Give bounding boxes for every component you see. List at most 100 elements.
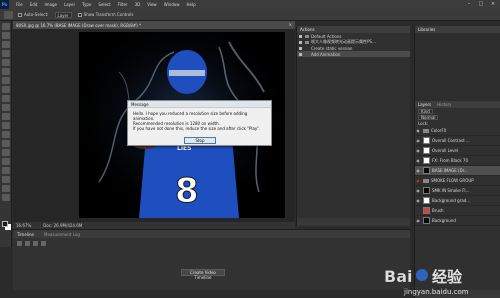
- visibility-eye-icon[interactable]: [415, 206, 421, 216]
- actions-footer: [297, 218, 410, 226]
- timeline-panel: Timeline Measurement Log Create Video Ti…: [13, 229, 410, 290]
- message-dialog: Message Hello. I hope you reduced a reso…: [127, 100, 272, 146]
- create-video-timeline-button[interactable]: Create Video Timeline: [181, 269, 225, 280]
- menu-bar: Ps File Edit Image Layer Type Select Fil…: [0, 0, 500, 9]
- tab-layers[interactable]: Layers: [418, 102, 431, 107]
- folder-icon: [305, 34, 309, 38]
- close-icon[interactable]: ×: [487, 0, 499, 9]
- menu-edit[interactable]: Edit: [30, 2, 38, 7]
- layer-row[interactable]: ◉ FX: From Black 70: [415, 156, 500, 166]
- hand-icon[interactable]: [2, 185, 10, 192]
- clone-stamp-icon[interactable]: [2, 95, 10, 102]
- layer-name: Background: [432, 218, 456, 223]
- layer-name: Overall Level: [432, 148, 459, 153]
- layer-image-thumb: [423, 217, 430, 224]
- layer-row[interactable]: ◉ Overall Level: [415, 146, 500, 156]
- dialog-line-3: If you have not done this, reduce the si…: [133, 126, 261, 131]
- eraser-icon[interactable]: [2, 113, 10, 120]
- action-row-selected[interactable]: Add Animation: [297, 51, 410, 57]
- layer-row[interactable]: Brush: [415, 206, 500, 216]
- document-tab[interactable]: 80SX.jpg @ 16.7% (BASE IMAGE (Draw over …: [13, 21, 295, 29]
- layer-mask-thumb: [423, 147, 430, 154]
- menu-select[interactable]: Select: [98, 2, 110, 7]
- visibility-eye-icon[interactable]: ◉: [415, 156, 421, 166]
- layer-row[interactable]: ◉ SMK IN Smoke Fl...: [415, 186, 500, 196]
- tab-timeline[interactable]: Timeline: [17, 232, 34, 237]
- shape-icon[interactable]: [2, 176, 10, 183]
- visibility-eye-icon[interactable]: ◉: [415, 166, 421, 176]
- menu-type[interactable]: Type: [82, 2, 91, 7]
- transform-controls-checkbox[interactable]: [77, 12, 82, 17]
- layer-row[interactable]: ◉ Background: [415, 216, 500, 226]
- menu-help[interactable]: Help: [186, 2, 195, 7]
- lasso-icon[interactable]: [2, 41, 10, 48]
- crop-icon[interactable]: [2, 59, 10, 66]
- history-brush-icon[interactable]: [2, 104, 10, 111]
- layer-filter-kind[interactable]: Kind: [418, 108, 433, 114]
- transform-controls-label: Show Transform Controls: [83, 12, 134, 17]
- layer-name: SMOKE FLOW GROUP: [431, 178, 474, 183]
- tab-measurement-log[interactable]: Measurement Log: [44, 232, 80, 237]
- pen-icon[interactable]: [2, 149, 10, 156]
- quick-select-icon[interactable]: [2, 50, 10, 57]
- prev-frame-icon[interactable]: [25, 241, 30, 246]
- foreground-color-swatch[interactable]: [2, 221, 8, 227]
- layer-mask-thumb: [423, 187, 430, 194]
- tab-libraries[interactable]: Libraries: [418, 27, 435, 32]
- action-check-icon[interactable]: [299, 46, 302, 50]
- zoom-icon[interactable]: [2, 194, 10, 201]
- action-check-icon[interactable]: [299, 40, 302, 44]
- move-tool-icon[interactable]: [4, 10, 13, 19]
- play-icon[interactable]: [33, 241, 38, 246]
- move-icon[interactable]: [2, 23, 10, 30]
- doc-size: Doc: 26.9M/424.6M: [43, 223, 83, 228]
- menu-view[interactable]: View: [147, 2, 157, 7]
- menu-file[interactable]: File: [16, 2, 23, 7]
- zoom-level[interactable]: 16.67%: [16, 223, 31, 228]
- visibility-eye-icon[interactable]: ◉: [415, 136, 421, 146]
- visibility-eye-icon[interactable]: ◉: [415, 186, 421, 196]
- auto-select-dropdown[interactable]: Layer: [54, 11, 72, 18]
- layer-row[interactable]: ◉ ColorFX: [415, 126, 500, 136]
- first-frame-icon[interactable]: [17, 241, 22, 246]
- layer-mask-thumb: [423, 197, 430, 204]
- visibility-eye-icon[interactable]: ◉: [415, 126, 421, 136]
- menu-layer[interactable]: Layer: [64, 2, 75, 7]
- action-check-icon[interactable]: [299, 34, 302, 38]
- layer-row[interactable]: ◉ Overall Contrast ...: [415, 136, 500, 146]
- layer-name: FX: From Black 70: [432, 158, 469, 163]
- blend-mode-select[interactable]: Normal: [418, 114, 439, 120]
- eyedropper-icon[interactable]: [2, 68, 10, 75]
- brush-icon[interactable]: [2, 86, 10, 93]
- layer-row-selected[interactable]: ◉ BASE IMAGE (Dr...: [415, 166, 500, 176]
- layer-name: Background grad...: [432, 198, 471, 203]
- blur-icon[interactable]: [2, 131, 10, 138]
- dialog-stop-button[interactable]: Stop: [184, 137, 216, 144]
- gradient-icon[interactable]: [2, 122, 10, 129]
- maximize-icon[interactable]: □: [475, 0, 487, 9]
- dodge-icon[interactable]: [2, 140, 10, 147]
- marquee-icon[interactable]: [2, 32, 10, 39]
- menu-image[interactable]: Image: [44, 2, 57, 7]
- visibility-eye-icon[interactable]: ◉: [415, 216, 421, 226]
- menu-3d[interactable]: 3D: [135, 2, 141, 7]
- visibility-eye-icon[interactable]: ◉: [415, 146, 421, 156]
- visibility-eye-icon[interactable]: ◉: [415, 176, 421, 186]
- layer-row[interactable]: ◉ Background grad...: [415, 196, 500, 206]
- healing-icon[interactable]: [2, 77, 10, 84]
- layer-row[interactable]: ◉ SMOKE FLOW GROUP: [415, 176, 500, 186]
- visibility-eye-icon[interactable]: ◉: [415, 196, 421, 206]
- action-label: Add Animation: [311, 51, 341, 57]
- next-frame-icon[interactable]: [41, 241, 46, 246]
- action-check-icon[interactable]: [299, 52, 302, 56]
- document-close-icon[interactable]: ×: [289, 22, 292, 27]
- auto-select-checkbox[interactable]: [18, 12, 22, 17]
- menu-window[interactable]: Window: [164, 2, 180, 7]
- type-icon[interactable]: [2, 158, 10, 165]
- actions-header[interactable]: Actions: [297, 26, 410, 33]
- path-select-icon[interactable]: [2, 167, 10, 174]
- auto-select-label: Auto-Select:: [24, 12, 49, 17]
- tab-history[interactable]: History: [437, 102, 451, 107]
- minimize-icon[interactable]: –: [463, 0, 475, 9]
- menu-filter[interactable]: Filter: [118, 2, 128, 7]
